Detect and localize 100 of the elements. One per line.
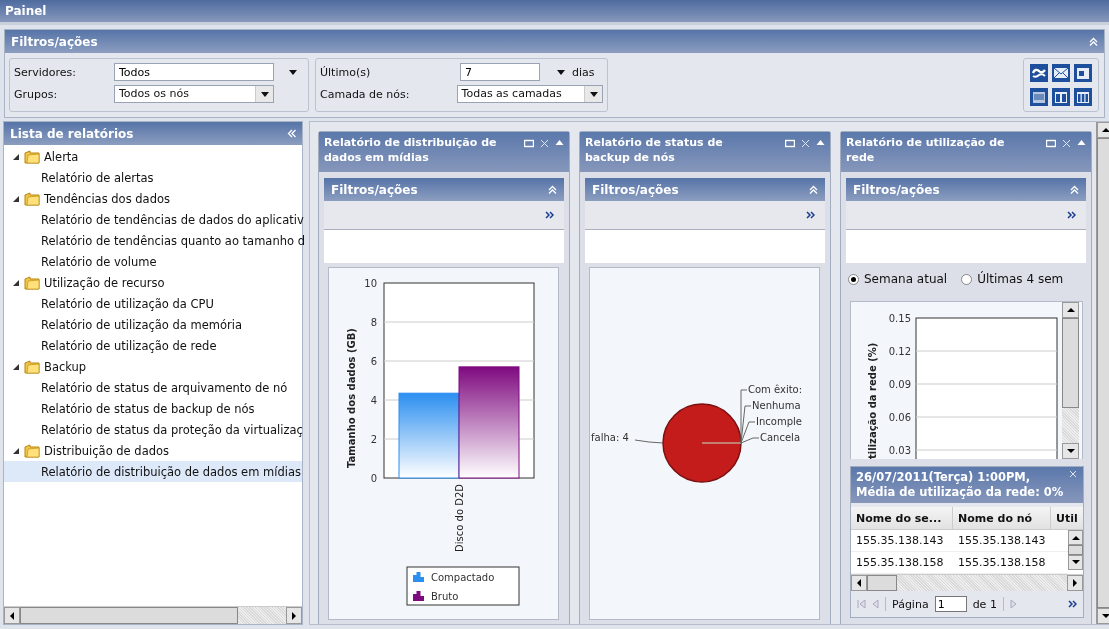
axis-tick-label: 0.15	[888, 313, 911, 324]
scroll-thumb[interactable]	[1062, 318, 1079, 408]
table-cell-text: 155.35.138.143	[855, 533, 945, 549]
scroll-up-icon[interactable]	[1071, 534, 1080, 541]
refresh-icon[interactable]	[1030, 64, 1048, 82]
tier-dropdown[interactable]: Todas as camadas	[456, 85, 603, 103]
collapse-icon[interactable]	[809, 185, 818, 194]
close-icon[interactable]	[801, 139, 810, 148]
tree-item[interactable]: Relatório de status de backup de nós	[4, 398, 302, 419]
collapse-icon[interactable]	[548, 185, 557, 194]
three-column-layout-icon[interactable]	[1074, 88, 1092, 106]
pie-label: Incomple	[756, 416, 802, 427]
two-column-layout-icon[interactable]	[1052, 88, 1070, 106]
scroll-thumb[interactable]	[867, 575, 897, 591]
days-field[interactable]: 7	[460, 63, 540, 81]
panel-title: Filtros/ações	[11, 34, 98, 49]
vertical-scrollbar[interactable]	[1068, 530, 1083, 570]
pie-label: Nenhuma	[752, 400, 801, 411]
range-radio[interactable]: Últimas 4 sem	[961, 271, 1064, 287]
column-header[interactable]: Util	[1051, 507, 1083, 529]
scroll-down-icon[interactable]	[1071, 559, 1080, 566]
scroll-right-icon[interactable]	[1072, 579, 1078, 587]
close-icon[interactable]	[540, 139, 549, 148]
page-label: Página	[892, 597, 929, 611]
tree-item[interactable]: Relatório de status de arquivamento de nó	[4, 377, 302, 398]
servers-field[interactable]: Todos	[114, 63, 274, 81]
tree-item[interactable]: Relatório de tendências quanto ao tamanho d	[4, 230, 302, 251]
expand-icon[interactable]	[545, 211, 554, 219]
expanded-arrow-icon[interactable]	[12, 446, 20, 455]
expanded-arrow-icon[interactable]	[12, 152, 20, 161]
tree-item[interactable]: Relatório de status da proteção da virtualizaç	[4, 419, 302, 440]
collapse-icon[interactable]	[1070, 185, 1079, 194]
dropdown-arrow-icon	[588, 89, 599, 99]
portlet-title: Relatório de status de backup de nós	[585, 135, 724, 166]
close-icon[interactable]	[1069, 470, 1077, 478]
dropdown-arrow-icon[interactable]	[556, 67, 566, 77]
panel-title: Lista de relatórios	[10, 126, 134, 141]
folder-icon	[24, 149, 40, 164]
scroll-up-icon[interactable]	[1066, 307, 1075, 313]
horizontal-scrollbar[interactable]	[4, 606, 302, 624]
email-icon[interactable]	[1052, 64, 1070, 82]
collapse-icon[interactable]	[1077, 139, 1086, 146]
tree-item[interactable]: Relatório de alertas	[4, 167, 302, 188]
window-title: Painel	[5, 4, 47, 18]
maximize-icon[interactable]	[1046, 139, 1056, 148]
tree-item[interactable]: Relatório de volume	[4, 251, 302, 272]
one-column-layout-icon[interactable]	[1030, 88, 1048, 106]
groups-dropdown[interactable]: Todos os nós	[114, 85, 274, 103]
tree-item[interactable]: Relatório de utilização da memória	[4, 314, 302, 335]
tree-folder[interactable]: Tendências dos dados	[44, 191, 170, 206]
tree-folder[interactable]: Distribuição de dados	[44, 443, 170, 458]
collapse-left-icon[interactable]	[287, 129, 296, 138]
tree-folder[interactable]: Utilização de recurso	[44, 275, 165, 290]
close-icon[interactable]	[1062, 139, 1071, 148]
expanded-arrow-icon[interactable]	[12, 362, 20, 371]
expand-icon[interactable]	[806, 211, 815, 219]
window-icon[interactable]	[1074, 64, 1092, 82]
range-radio[interactable]: Semana atual	[848, 271, 948, 287]
maximize-icon[interactable]	[785, 139, 795, 148]
tree-item[interactable]: Relatório de utilização da CPU	[4, 293, 302, 314]
vertical-scrollbar[interactable]	[1062, 302, 1079, 459]
panel-title: Filtros/ações	[853, 182, 940, 197]
table-cell-text: 155.35.138.158	[855, 555, 945, 571]
scroll-left-icon[interactable]	[856, 579, 862, 587]
expanded-arrow-icon[interactable]	[12, 278, 20, 287]
column-header[interactable]: Nome do nó	[953, 507, 1051, 529]
page-count: de 1	[972, 597, 997, 611]
maximize-icon[interactable]	[524, 139, 534, 148]
scroll-down-icon[interactable]	[1066, 448, 1075, 454]
field-label: Grupos:	[14, 87, 59, 101]
panel-title: Filtros/ações	[331, 182, 418, 197]
collapse-icon[interactable]	[1089, 37, 1098, 46]
scroll-left-icon[interactable]	[9, 611, 15, 620]
page-field[interactable]: 1	[934, 596, 967, 612]
collapse-icon[interactable]	[555, 139, 564, 146]
tree-item[interactable]: Relatório de distribuição de dados em mídias	[4, 461, 302, 482]
folder-icon	[24, 359, 40, 374]
expand-icon[interactable]	[1067, 211, 1076, 219]
axis-tick-label: 4	[370, 395, 377, 406]
horizontal-scrollbar[interactable]	[851, 574, 1083, 591]
scroll-down-icon[interactable]	[1101, 613, 1109, 619]
pie-label: falha: 4	[591, 432, 629, 443]
axis-tick-label: 2	[370, 434, 377, 445]
expanded-arrow-icon[interactable]	[12, 194, 20, 203]
column-header[interactable]: Nome do se...	[851, 507, 953, 529]
scroll-thumb[interactable]	[20, 607, 238, 624]
folder-icon	[24, 191, 40, 206]
tree-item[interactable]: Relatório de tendências de dados do aplicativ	[4, 209, 302, 230]
scroll-right-icon[interactable]	[291, 611, 297, 620]
leader-line	[634, 439, 664, 444]
collapse-icon[interactable]	[816, 139, 825, 146]
scroll-up-icon[interactable]	[1101, 127, 1109, 133]
scroll-thumb[interactable]	[1068, 545, 1083, 555]
tree-item[interactable]: Relatório de utilização de rede	[4, 335, 302, 356]
tree-folder[interactable]: Alerta	[44, 149, 79, 164]
expand-icon[interactable]	[1068, 600, 1077, 608]
category-label: Disco do D2D	[454, 484, 465, 552]
pie-label: Com êxito:	[748, 384, 803, 395]
tree-folder[interactable]: Backup	[44, 359, 87, 374]
dropdown-arrow-icon[interactable]	[288, 67, 298, 77]
